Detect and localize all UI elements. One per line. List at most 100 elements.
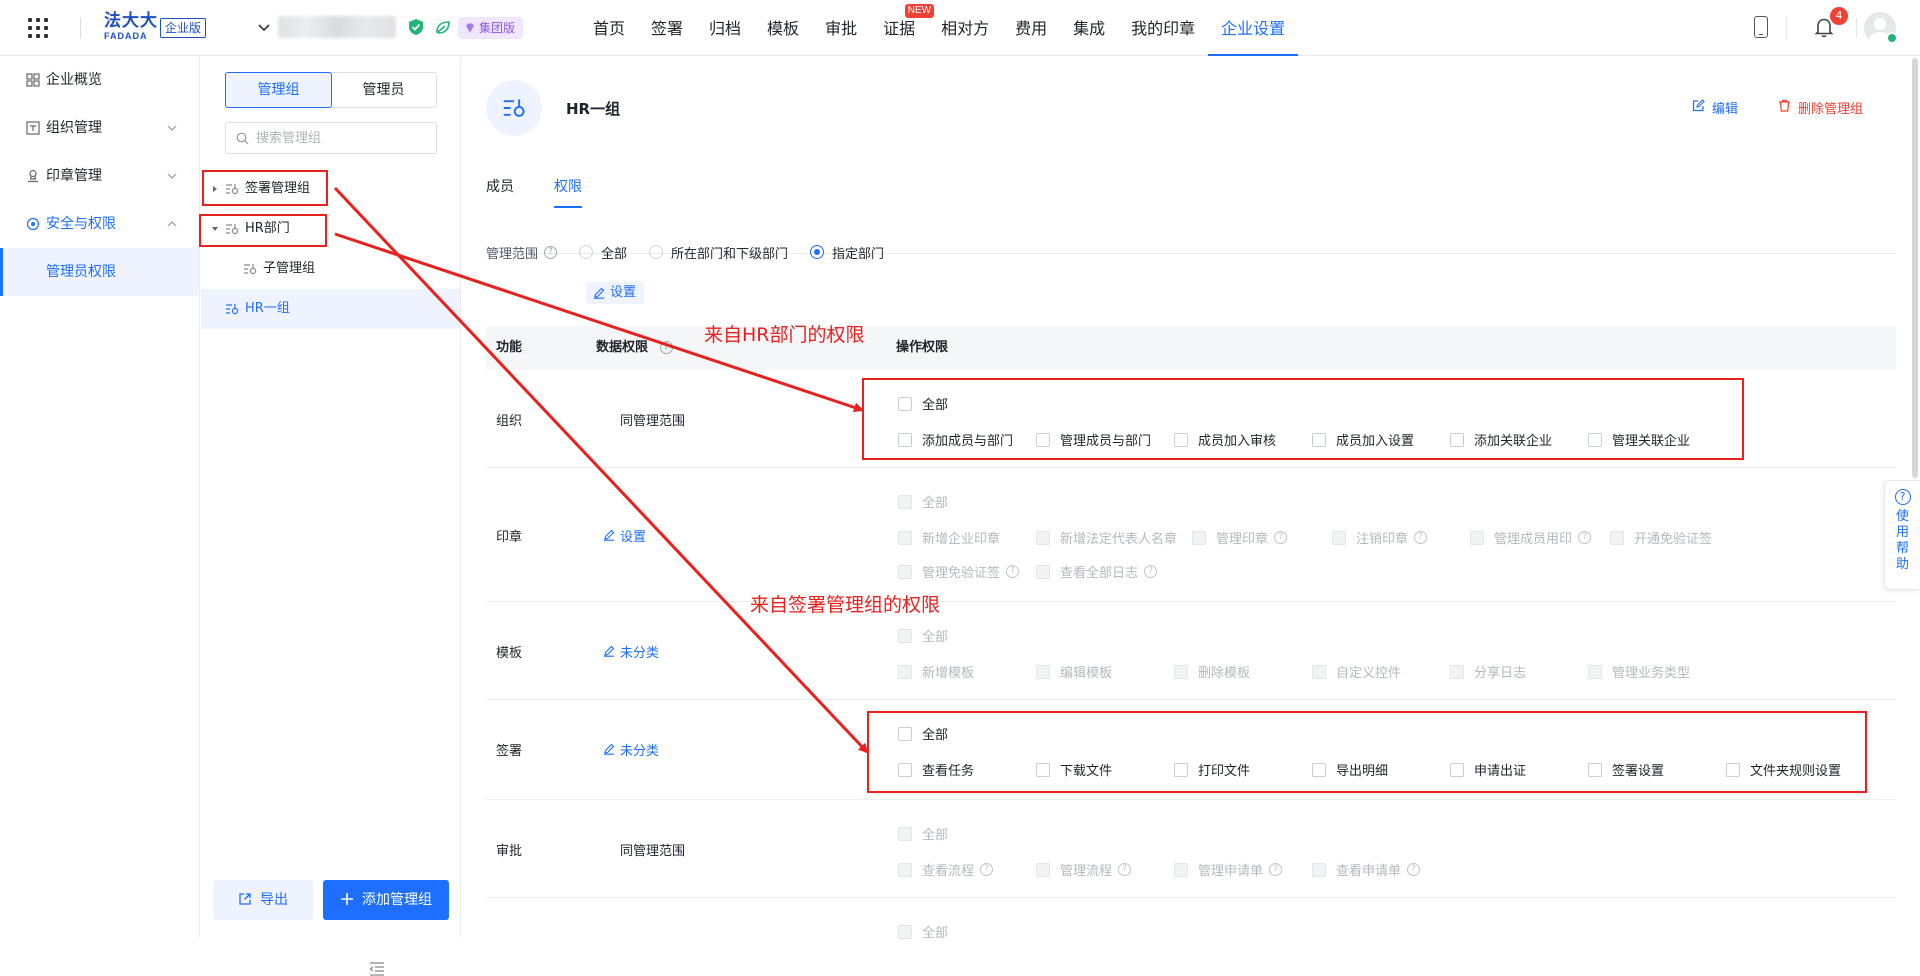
checkbox-approval-perm: 查看流程? xyxy=(898,860,994,879)
nav-label: 相对方 xyxy=(941,19,990,38)
help-icon[interactable]: ? xyxy=(1118,863,1132,876)
checkbox-label: 删除模板 xyxy=(1198,666,1251,681)
table-row-sign: 签署 未分类 全部 查看任务 下载文件 打印文件 导出明细 申请出证 签署设置 … xyxy=(486,700,1896,800)
table-row-template: 模板 未分类 全部 新增模板 编辑模板 删除模板 自定义控件 分享日志 管理业务… xyxy=(486,602,1896,700)
help-icon[interactable]: ? xyxy=(1006,565,1020,578)
checkbox-template-perm: 新增模板 xyxy=(898,662,974,681)
nav-archive[interactable]: 归档 xyxy=(696,0,754,56)
checkbox-label: 成员加入设置 xyxy=(1336,434,1415,449)
sign-category-link[interactable]: 未分类 xyxy=(596,740,659,759)
scope-option-all[interactable]: 全部 xyxy=(579,243,627,262)
sidebar-item-org[interactable]: 组织管理 xyxy=(0,104,199,152)
edit-group-button[interactable]: 编辑 xyxy=(1692,98,1739,117)
col-operation-permission: 操作权限 xyxy=(896,340,949,355)
nav-approval[interactable]: 审批 xyxy=(812,0,870,56)
scope-set-button[interactable]: 设置 xyxy=(586,282,645,304)
checkbox-sign-perm[interactable]: 导出明细 xyxy=(1312,760,1388,779)
checkbox-sign-perm[interactable]: 查看任务 xyxy=(898,760,974,779)
checkbox-org-perm[interactable]: 成员加入设置 xyxy=(1312,430,1414,449)
group-search-input[interactable] xyxy=(256,123,432,153)
divider xyxy=(1786,18,1787,38)
help-icon[interactable]: ? xyxy=(1269,863,1283,876)
tree-item-sign-group[interactable]: 签署管理组 xyxy=(201,169,460,209)
checkbox-sign-perm[interactable]: 签署设置 xyxy=(1588,760,1664,779)
tree-item-hr-team1[interactable]: HR一组 xyxy=(201,289,460,329)
checkbox-label: 文件夹规则设置 xyxy=(1750,764,1842,779)
nav-fees[interactable]: 费用 xyxy=(1002,0,1060,56)
checkbox-seal-perm: 管理成员用印? xyxy=(1470,528,1592,547)
online-status-dot xyxy=(1886,32,1898,44)
help-icon[interactable]: ? xyxy=(980,863,994,876)
help-icon[interactable]: ? xyxy=(1144,565,1158,578)
checkbox-label: 新增模板 xyxy=(922,666,975,681)
nav-evidence[interactable]: 证据 NEW xyxy=(870,0,935,56)
caret-right-icon[interactable] xyxy=(211,185,219,193)
checkbox-sign-all[interactable]: 全部 xyxy=(898,724,948,743)
plus-icon xyxy=(341,893,353,905)
sidebar-item-admin-permissions[interactable]: 管理员权限 xyxy=(0,248,199,296)
main-content: HR一组 编辑 删除管理组 成员 权限 管理范围 ? 全部 所在部门和下级部门 … xyxy=(462,56,1920,941)
sidebar-item-overview[interactable]: 企业概览 xyxy=(0,56,199,104)
radio-label: 全部 xyxy=(601,246,628,262)
caret-down-icon[interactable] xyxy=(211,225,219,233)
checkbox-org-perm[interactable]: 添加关联企业 xyxy=(1450,430,1552,449)
export-button[interactable]: 导出 xyxy=(213,880,313,920)
add-group-button[interactable]: 添加管理组 xyxy=(323,880,449,920)
help-float-label: 使用帮助 xyxy=(1895,509,1909,572)
checkbox-label: 查看流程 xyxy=(922,864,975,879)
seal-data-setting-link[interactable]: 设置 xyxy=(596,526,646,545)
mobile-phone-icon[interactable] xyxy=(1754,16,1768,38)
checkbox-org-perm[interactable]: 管理关联企业 xyxy=(1588,430,1690,449)
checkbox-org-perm[interactable]: 添加成员与部门 xyxy=(898,430,1013,449)
help-icon[interactable]: ? xyxy=(1414,531,1428,544)
group-avatar xyxy=(486,80,542,136)
apps-grid-icon[interactable] xyxy=(28,18,48,38)
checkbox-label: 打印文件 xyxy=(1198,764,1251,779)
tab-admin-groups[interactable]: 管理组 xyxy=(225,72,332,108)
nav-integration[interactable]: 集成 xyxy=(1060,0,1118,56)
logo-text: 法大大 xyxy=(104,11,158,30)
brand-logo[interactable]: 法大大 FADADA xyxy=(104,12,158,42)
checkbox-label: 查看申请单 xyxy=(1336,864,1402,879)
sidebar-item-seal[interactable]: 印章管理 xyxy=(0,152,199,200)
nav-sign[interactable]: 签署 xyxy=(638,0,696,56)
checkbox-sign-perm[interactable]: 下载文件 xyxy=(1036,760,1112,779)
edit-label: 编辑 xyxy=(1712,102,1739,117)
table-row-org: 组织 同管理范围 全部 添加成员与部门 管理成员与部门 成员加入审核 成员加入设… xyxy=(486,370,1896,468)
collapse-sidebar-icon[interactable] xyxy=(369,962,385,976)
sidebar-item-security[interactable]: 安全与权限 xyxy=(0,200,199,248)
checkbox-sign-perm[interactable]: 打印文件 xyxy=(1174,760,1250,779)
checkbox-approval-perm: 管理流程? xyxy=(1036,860,1132,879)
tab-admins[interactable]: 管理员 xyxy=(331,73,436,107)
help-icon[interactable]: ? xyxy=(1274,531,1288,544)
scrollbar[interactable] xyxy=(1912,58,1918,478)
checkbox-sign-perm[interactable]: 文件夹规则设置 xyxy=(1726,760,1841,779)
help-icon[interactable]: ? xyxy=(660,341,673,354)
group-admin-toggle: 管理组 管理员 xyxy=(225,72,437,108)
tree-item-hr-dept[interactable]: HR部门 xyxy=(201,209,460,249)
checkbox-org-perm[interactable]: 管理成员与部门 xyxy=(1036,430,1151,449)
help-icon[interactable]: ? xyxy=(1407,863,1421,876)
nav-template[interactable]: 模板 xyxy=(754,0,812,56)
chevron-down-icon[interactable] xyxy=(256,19,272,35)
help-float-button[interactable]: ? 使用帮助 xyxy=(1884,480,1920,590)
checkbox-org-perm[interactable]: 成员加入审核 xyxy=(1174,430,1276,449)
checkbox-label: 管理申请单 xyxy=(1198,864,1264,879)
nav-my-seals[interactable]: 我的印章 xyxy=(1118,0,1208,56)
tree-item-sub-group[interactable]: 子管理组 xyxy=(201,249,460,289)
nav-enterprise-settings[interactable]: 企业设置 xyxy=(1208,0,1299,56)
scope-option-specified[interactable]: 指定部门 xyxy=(810,243,884,262)
radio-label: 指定部门 xyxy=(832,246,885,262)
checkbox-next-all: 全部 xyxy=(898,922,948,941)
delete-group-button[interactable]: 删除管理组 xyxy=(1779,98,1863,117)
checkbox-template-perm: 自定义控件 xyxy=(1312,662,1401,681)
nav-counterparty[interactable]: 相对方 xyxy=(928,0,1002,56)
scope-option-dept-and-sub[interactable]: 所在部门和下级部门 xyxy=(649,243,788,262)
help-icon[interactable]: ? xyxy=(544,245,558,259)
nav-home[interactable]: 首页 xyxy=(580,0,638,56)
checkbox-org-all[interactable]: 全部 xyxy=(898,394,948,413)
template-category-link[interactable]: 未分类 xyxy=(596,642,659,661)
help-icon[interactable]: ? xyxy=(1578,531,1592,544)
checkbox-sign-perm[interactable]: 申请出证 xyxy=(1450,760,1526,779)
org-name-redacted[interactable] xyxy=(278,16,396,38)
